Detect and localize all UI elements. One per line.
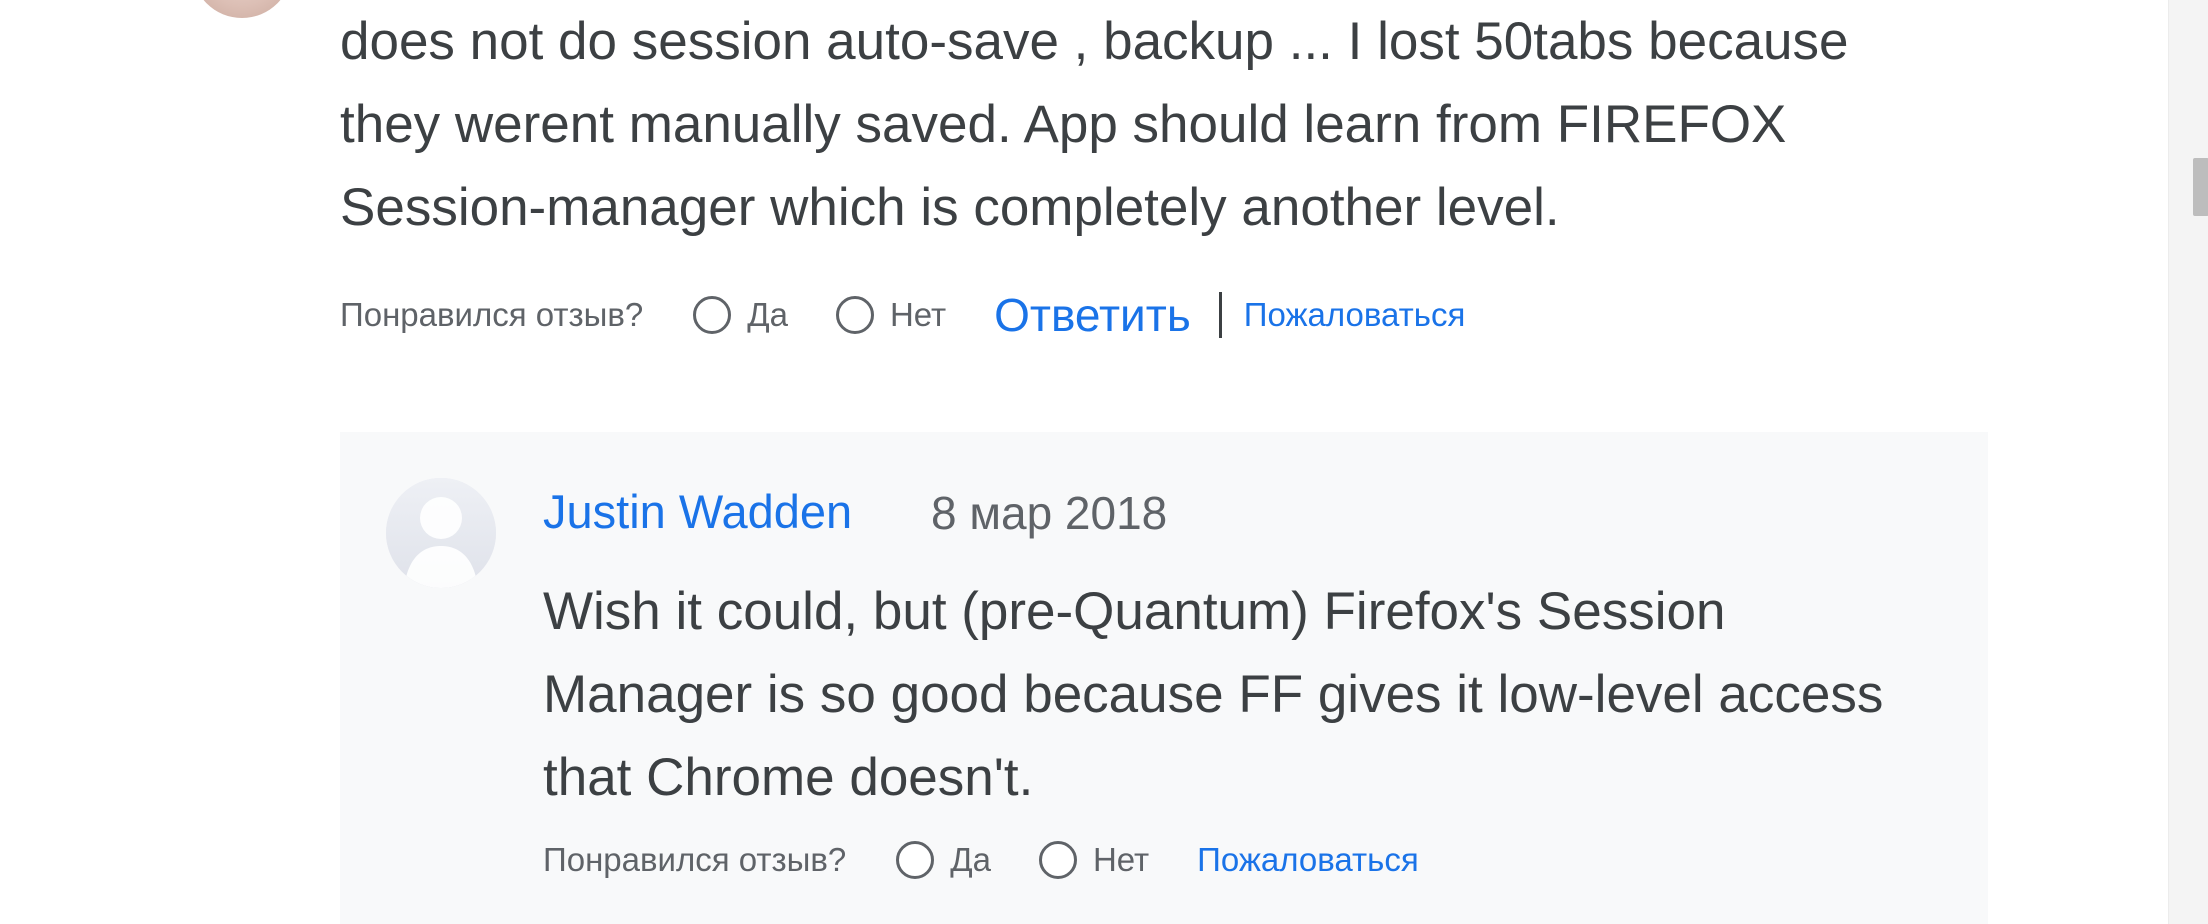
no-label: Нет [889, 296, 947, 333]
review-feedback-row: Понравился отзыв? Да Нет Ответить Пожало… [340, 288, 1465, 342]
reply-text: Wish it could, but (pre-Quantum) Firefox… [543, 582, 1884, 807]
yes-label: Да [950, 841, 991, 878]
review-text: does not do session auto-save , backup .… [340, 12, 1849, 237]
feedback-question: Понравился отзыв? [543, 841, 847, 878]
feedback-question: Понравился отзыв? [340, 296, 644, 333]
scrollbar-thumb[interactable] [2193, 158, 2208, 216]
report-link[interactable]: Пожаловаться [1244, 296, 1466, 334]
reply-feedback-row: Понравился отзыв? Да Нет Пожаловаться [543, 841, 1419, 879]
yes-label: Да [747, 296, 788, 333]
radio-circle-icon[interactable] [835, 296, 874, 334]
report-link[interactable]: Пожаловаться [1197, 841, 1419, 879]
reply-link[interactable]: Ответить [994, 288, 1191, 342]
helpful-yes-option[interactable]: Да [896, 841, 991, 879]
radio-circle-icon[interactable] [1038, 841, 1077, 879]
helpful-no-option[interactable]: Нет [835, 296, 947, 334]
vertical-scrollbar[interactable] [2168, 0, 2208, 924]
page: does not do session auto-save , backup .… [0, 0, 2208, 924]
reply-author-avatar [386, 478, 496, 588]
radio-circle-icon[interactable] [896, 841, 935, 879]
radio-circle-icon[interactable] [693, 296, 732, 334]
divider [1218, 292, 1222, 338]
default-person-icon [386, 478, 496, 588]
reply-author-name[interactable]: Justin Wadden [543, 484, 852, 539]
reply-date: 8 мар 2018 [931, 487, 1168, 539]
reviewer-avatar [192, 0, 292, 18]
helpful-no-option[interactable]: Нет [1038, 841, 1150, 879]
no-label: Нет [1092, 841, 1150, 878]
helpful-yes-option[interactable]: Да [693, 296, 788, 334]
